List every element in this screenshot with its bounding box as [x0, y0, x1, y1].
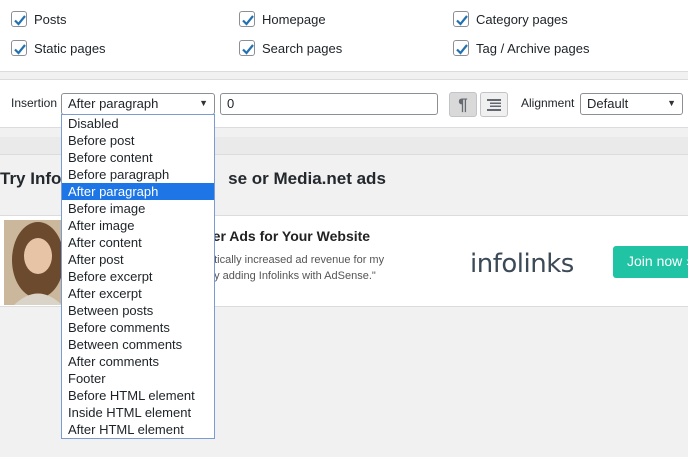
option-after-html-element[interactable]: After HTML element: [62, 421, 214, 438]
alignment-select[interactable]: Default ▼: [580, 93, 683, 115]
dropdown-arrow-icon: ▼: [667, 98, 676, 108]
checkbox-label: Search pages: [262, 40, 343, 56]
option-before-post[interactable]: Before post: [62, 132, 214, 149]
option-after-post[interactable]: After post: [62, 251, 214, 268]
banner-quote-line: atically increased ad revenue for my: [208, 254, 385, 266]
logo-text: infolinks: [470, 249, 574, 278]
category-pages-checkbox[interactable]: Category pages: [453, 10, 568, 28]
insertion-label: Insertion: [11, 96, 58, 110]
option-between-posts[interactable]: Between posts: [62, 302, 214, 319]
insertion-select[interactable]: After paragraph ▼: [61, 93, 215, 115]
checkbox-box[interactable]: [11, 40, 27, 56]
homepage-checkbox[interactable]: Homepage: [239, 10, 326, 28]
checkbox-label: Posts: [34, 11, 67, 27]
option-footer[interactable]: Footer: [62, 370, 214, 387]
option-inside-html-element[interactable]: Inside HTML element: [62, 404, 214, 421]
dropdown-arrow-icon: ▼: [199, 98, 208, 108]
banner-quote-line: by adding Infolinks with AdSense.": [208, 270, 376, 282]
option-before-content[interactable]: Before content: [62, 149, 214, 166]
search-pages-checkbox[interactable]: Search pages: [239, 39, 342, 57]
paragraph-icon: ¶: [458, 94, 468, 114]
option-before-html-element[interactable]: Before HTML element: [62, 387, 214, 404]
banner-quote: atically increased ad revenue for my by …: [208, 252, 408, 284]
tag-archive-pages-checkbox[interactable]: Tag / Archive pages: [453, 39, 589, 57]
option-after-excerpt[interactable]: After excerpt: [62, 285, 214, 302]
option-after-image[interactable]: After image: [62, 217, 214, 234]
checkbox-box[interactable]: [453, 40, 469, 56]
checkbox-label: Tag / Archive pages: [476, 40, 590, 56]
banner-heading: ter Ads for Your Website: [208, 228, 371, 244]
checkbox-box[interactable]: [11, 11, 27, 27]
promo-title-start: Try Infol: [0, 169, 67, 188]
option-before-excerpt[interactable]: Before excerpt: [62, 268, 214, 285]
checkbox-label: Category pages: [476, 11, 568, 27]
checkbox-label: Homepage: [262, 11, 326, 27]
checkbox-box[interactable]: [239, 11, 255, 27]
infolinks-logo: infolinks: [470, 249, 574, 278]
posts-checkbox[interactable]: Posts: [11, 10, 67, 28]
join-now-button[interactable]: Join now ›: [613, 246, 688, 278]
static-pages-checkbox[interactable]: Static pages: [11, 39, 106, 57]
insertion-dropdown-list[interactable]: Disabled Before post Before content Befo…: [61, 114, 215, 439]
checkbox-box[interactable]: [453, 11, 469, 27]
testimonial-photo: [4, 220, 64, 305]
checkbox-label: Static pages: [34, 40, 106, 56]
option-after-content[interactable]: After content: [62, 234, 214, 251]
alignment-selected-value: Default: [587, 96, 629, 111]
alignment-label: Alignment: [521, 96, 575, 110]
insertion-selected-value: After paragraph: [68, 96, 159, 111]
paragraph-number-input[interactable]: 0: [220, 93, 438, 115]
list-icon: [487, 98, 501, 111]
option-before-comments[interactable]: Before comments: [62, 319, 214, 336]
option-disabled[interactable]: Disabled: [62, 115, 214, 132]
paragraph-button[interactable]: ¶: [449, 92, 477, 117]
option-between-comments[interactable]: Between comments: [62, 336, 214, 353]
option-after-paragraph[interactable]: After paragraph: [62, 183, 214, 200]
checkbox-box[interactable]: [239, 40, 255, 56]
option-after-comments[interactable]: After comments: [62, 353, 214, 370]
page-types-panel: Posts Homepage Category pages Static pag…: [0, 0, 688, 72]
list-button[interactable]: [480, 92, 508, 117]
promo-title-end: se or Media.net ads: [228, 169, 386, 188]
option-before-paragraph[interactable]: Before paragraph: [62, 166, 214, 183]
option-before-image[interactable]: Before image: [62, 200, 214, 217]
